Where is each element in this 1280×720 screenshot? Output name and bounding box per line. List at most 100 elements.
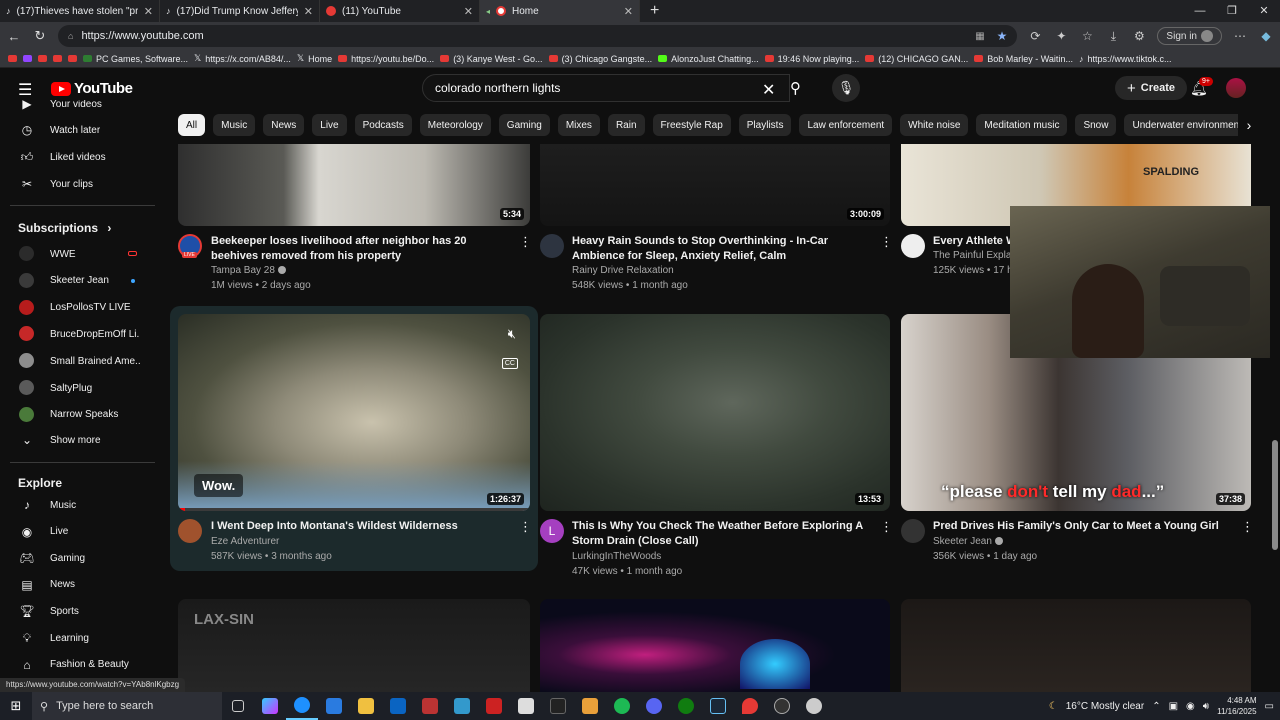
bookmark-item[interactable]: 𝕏 Home [297, 53, 332, 64]
video-title[interactable]: This Is Why You Check The Weather Before… [572, 519, 877, 549]
channel-name[interactable]: Tampa Bay 28 [211, 265, 286, 276]
spotify-app-icon[interactable] [606, 692, 638, 720]
channel-avatar[interactable]: L [540, 519, 564, 543]
channel-avatar[interactable] [901, 519, 925, 543]
video-title[interactable]: I Went Deep Into Montana's Wildest Wilde… [211, 519, 516, 534]
tray-app-icon[interactable]: ▣ [1169, 701, 1178, 712]
sidebar-subscription-item[interactable]: SaltyPlug [0, 376, 160, 400]
sidebar-item-news[interactable]: ▤ News [0, 573, 160, 597]
chip-meteorology[interactable]: Meteorology [419, 114, 491, 136]
clock[interactable]: 4:48 AM 11/16/2025 [1217, 695, 1256, 717]
chips-next-arrow-icon[interactable]: › [1238, 114, 1260, 136]
sign-in-button[interactable]: Sign in [1157, 27, 1222, 45]
chip-snow[interactable]: Snow [1075, 114, 1117, 136]
chip-rain[interactable]: Rain [607, 114, 645, 136]
app-icon[interactable] [734, 692, 766, 720]
apps-icon[interactable]: ▦ [975, 31, 984, 42]
sidebar-subscription-item[interactable]: BruceDropEmOff Li... [0, 322, 160, 346]
chip-law-enforcement[interactable]: Law enforcement [799, 114, 893, 136]
captions-icon[interactable]: CC [501, 358, 518, 369]
app-icon[interactable] [574, 692, 606, 720]
video-thumbnail[interactable]: 5:34 [178, 144, 530, 226]
restore-icon[interactable]: ❐ [1216, 0, 1248, 22]
copilot-app-icon[interactable] [254, 692, 286, 720]
channel-name[interactable]: Skeeter Jean [933, 536, 1003, 547]
bookmark-item[interactable]: (12) CHICAGO GAN... [865, 54, 968, 64]
minimize-icon[interactable]: — [1184, 0, 1216, 22]
bookmark-item[interactable]: PC Games, Software... [83, 54, 188, 64]
bookmark-item[interactable]: 19:46 Now playing... [764, 54, 859, 64]
notification-center-icon[interactable]: ▭ [1265, 701, 1274, 712]
taskbar-search-field[interactable]: ⚲ Type here to search [32, 692, 222, 720]
chip-all[interactable]: All [178, 114, 206, 136]
video-title[interactable]: Beekeeper loses livelihood after neighbo… [211, 234, 516, 264]
settings-icon[interactable]: ⚙ [1131, 29, 1147, 43]
more-actions-icon[interactable]: ⋮ [1241, 519, 1254, 535]
more-icon[interactable]: ⋯ [1232, 29, 1248, 43]
playback-progress-track[interactable] [178, 508, 530, 511]
sidebar-subscription-item[interactable]: WWE [0, 242, 160, 266]
menu-icon[interactable]: ☰ [18, 80, 32, 100]
video-title[interactable]: Pred Drives His Family's Only Car to Mee… [933, 519, 1238, 534]
chip-underwater-environment[interactable]: Underwater environment [1124, 114, 1250, 136]
show-more-button[interactable]: ⌄ Show more [0, 428, 160, 452]
file-explorer-icon[interactable] [350, 692, 382, 720]
clear-search-icon[interactable]: ✕ [762, 80, 775, 100]
puzzle-icon[interactable]: ✦ [1053, 29, 1069, 43]
browser-tab[interactable]: ♪ (17)Thieves have stolen "priceles ✕ [0, 0, 160, 22]
obs-app-icon[interactable] [766, 692, 798, 720]
download-icon[interactable]: ⤓ [1105, 29, 1121, 44]
chip-meditation-music[interactable]: Meditation music [976, 114, 1068, 136]
xbox-app-icon[interactable] [670, 692, 702, 720]
video-thumbnail[interactable] [901, 599, 1251, 692]
sidebar-item-sports[interactable]: 🏆︎ Sports [0, 599, 160, 623]
channel-name[interactable]: The Painful Explain [933, 250, 1010, 261]
sidebar-item-learning[interactable]: 💡︎ Learning [0, 626, 160, 650]
search-input[interactable]: colorado northern lights [422, 74, 790, 102]
sidebar-item-fashion-beauty[interactable]: ⌂ Fashion & Beauty [0, 653, 160, 677]
bookmark-item[interactable]: (3) Chicago Gangste... [548, 54, 652, 64]
sidebar-item-your-videos[interactable]: ▶ Your videos [0, 100, 160, 116]
sidebar-item-your-clips[interactable]: ✂ Your clips [0, 172, 160, 196]
app-icon[interactable] [798, 692, 830, 720]
outlook-app-icon[interactable] [382, 692, 414, 720]
bookmark-item[interactable]: https://youtu.be/Do... [338, 54, 434, 64]
more-actions-icon[interactable]: ⋮ [880, 519, 893, 535]
sidebar-item-liked-videos[interactable]: 👍︎ Liked videos [0, 145, 160, 169]
close-window-icon[interactable]: ✕ [1248, 0, 1280, 22]
copilot-icon[interactable]: ◆ [1258, 29, 1274, 43]
sidebar-subscription-item[interactable]: Narrow Speaks [0, 403, 160, 427]
twitch-bookmark-icon[interactable] [23, 55, 32, 62]
sidebar-subscription-item[interactable]: LosPollosTV LIVE [0, 296, 160, 320]
youtube-bookmark-icon[interactable] [68, 55, 77, 62]
sidebar-subscription-item[interactable]: Skeeter Jean [0, 269, 160, 293]
create-button[interactable]: + Create [1115, 76, 1188, 100]
channel-name[interactable]: LurkingInTheWoods [572, 551, 661, 562]
chip-playlists[interactable]: Playlists [738, 114, 792, 136]
sidebar-item-music[interactable]: ♪ Music [0, 493, 160, 517]
discord-app-icon[interactable] [638, 692, 670, 720]
volume-icon[interactable]: 🔊︎ [1203, 701, 1209, 712]
chip-freestyle-rap[interactable]: Freestyle Rap [652, 114, 731, 136]
browser-tab[interactable]: (11) YouTube ✕ [320, 0, 480, 22]
sidebar-item-gaming[interactable]: 🎮︎ Gaming [0, 546, 160, 570]
chip-news[interactable]: News [263, 114, 305, 136]
bookmark-item[interactable]: AlonzoJust Chatting... [658, 54, 759, 64]
app-icon[interactable] [446, 692, 478, 720]
app-icon[interactable] [510, 692, 542, 720]
chip-music[interactable]: Music [213, 114, 256, 136]
channel-avatar[interactable]: LIVE [178, 234, 202, 258]
extensions-icon[interactable]: ⟳ [1027, 29, 1043, 43]
more-actions-icon[interactable]: ⋮ [880, 234, 893, 250]
reload-icon[interactable]: ↻ [32, 28, 48, 44]
scrollbar-thumb[interactable] [1272, 440, 1278, 550]
chip-gaming[interactable]: Gaming [498, 114, 550, 136]
search-button[interactable]: ⚲ [790, 74, 816, 102]
chevron-up-icon[interactable]: ⌃ [1152, 701, 1160, 712]
app-icon[interactable] [542, 692, 574, 720]
browser-tab-active[interactable]: ◂ Home ✕ [480, 0, 640, 22]
network-icon[interactable]: ◉ [1186, 701, 1195, 712]
edge-app-icon[interactable] [286, 692, 318, 720]
video-thumbnail[interactable]: LAX-SIN [178, 599, 530, 692]
chip-podcasts[interactable]: Podcasts [354, 114, 412, 136]
